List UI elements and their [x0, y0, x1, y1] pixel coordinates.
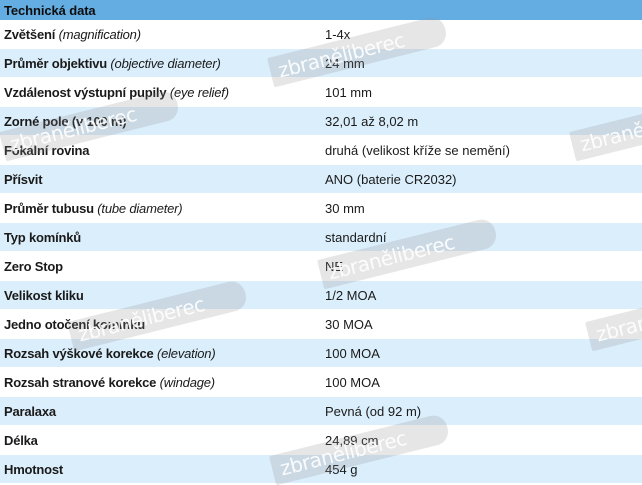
- row-value: 100 MOA: [321, 338, 642, 368]
- table-row: Velikost kliku 1/2 MOA: [0, 280, 642, 310]
- label-note: (tube diameter): [97, 200, 183, 216]
- table-row: Hmotnost 454 g: [0, 454, 642, 484]
- row-value: 24,89 cm: [321, 425, 642, 455]
- row-value: 30 mm: [321, 193, 642, 223]
- row-label: Vzdálenost výstupní pupily (eye relief): [0, 77, 321, 107]
- label-text: Průměr tubusu: [4, 200, 94, 216]
- label-text: Hmotnost: [4, 461, 64, 477]
- table-title: Technická data: [0, 0, 642, 20]
- row-value: NE: [321, 251, 642, 281]
- label-text: Rozsah výškové korekce: [4, 345, 154, 361]
- table-row: Rozsah výškové korekce (elevation) 100 M…: [0, 338, 642, 368]
- row-value: Pevná (od 92 m): [321, 396, 642, 426]
- table-row: Vzdálenost výstupní pupily (eye relief) …: [0, 77, 642, 107]
- row-value: 32,01 až 8,02 m: [321, 106, 642, 136]
- label-text: Zero Stop: [4, 258, 63, 274]
- label-text: Zvětšení: [4, 26, 56, 42]
- label-text: Jedno otočení komínku: [4, 316, 145, 332]
- row-label: Rozsah stranové korekce (windage): [0, 367, 321, 397]
- label-note: (elevation): [156, 345, 216, 361]
- row-value: 24 mm: [321, 48, 642, 78]
- row-value: 1/2 MOA: [321, 280, 642, 310]
- label-text: Vzdálenost výstupní pupily: [4, 84, 167, 100]
- label-note: (objective diameter): [110, 55, 221, 71]
- row-label: Jedno otočení komínku: [0, 309, 321, 339]
- table-row: Fokální rovina druhá (velikost kříže se …: [0, 135, 642, 165]
- label-text: Délka: [4, 432, 38, 448]
- row-label: Velikost kliku: [0, 280, 321, 310]
- row-label: Paralaxa: [0, 396, 321, 426]
- table-row: Průměr objektivu (objective diameter) 24…: [0, 48, 642, 78]
- label-text: Rozsah stranové korekce: [4, 374, 157, 390]
- table-row: Zvětšení (magnification) 1-4x: [0, 20, 642, 49]
- table-row: Zero Stop NE: [0, 251, 642, 281]
- row-label: Průměr tubusu (tube diameter): [0, 193, 321, 223]
- row-label: Zorné pole (v 100 m): [0, 106, 321, 136]
- spec-rows: Zvětšení (magnification) 1-4x Průměr obj…: [0, 20, 642, 484]
- row-label: Zero Stop: [0, 251, 321, 281]
- label-text: Zorné pole (v 100 m): [4, 113, 127, 129]
- row-label: Přísvit: [0, 164, 321, 194]
- table-row: Přísvit ANO (baterie CR2032): [0, 164, 642, 194]
- row-label: Typ komínků: [0, 222, 321, 252]
- row-value: 101 mm: [321, 77, 642, 107]
- label-text: Přísvit: [4, 171, 43, 187]
- row-label: Fokální rovina: [0, 135, 321, 165]
- row-label: Rozsah výškové korekce (elevation): [0, 338, 321, 368]
- table-row: Jedno otočení komínku 30 MOA: [0, 309, 642, 339]
- label-note: (magnification): [58, 26, 141, 42]
- label-note: (eye relief): [169, 84, 229, 100]
- row-label: Průměr objektivu (objective diameter): [0, 48, 321, 78]
- table-row: Typ komínků standardní: [0, 222, 642, 252]
- table-header-row: Technická data: [0, 0, 642, 20]
- row-value: ANO (baterie CR2032): [321, 164, 642, 194]
- label-text: Velikost kliku: [4, 287, 84, 303]
- row-value: standardní: [321, 222, 642, 252]
- row-label: Hmotnost: [0, 454, 321, 484]
- row-value: 30 MOA: [321, 309, 642, 339]
- table-row: Zorné pole (v 100 m) 32,01 až 8,02 m: [0, 106, 642, 136]
- row-value: 100 MOA: [321, 367, 642, 397]
- row-value: 1-4x: [321, 20, 642, 49]
- label-text: Paralaxa: [4, 403, 56, 419]
- row-value: 454 g: [321, 454, 642, 484]
- table-row: Průměr tubusu (tube diameter) 30 mm: [0, 193, 642, 223]
- table-row: Délka 24,89 cm: [0, 425, 642, 455]
- row-label: Délka: [0, 425, 321, 455]
- row-label: Zvětšení (magnification): [0, 20, 321, 49]
- label-text: Průměr objektivu: [4, 55, 107, 71]
- label-text: Typ komínků: [4, 229, 82, 245]
- label-note: (windage): [159, 374, 215, 390]
- table-row: Paralaxa Pevná (od 92 m): [0, 396, 642, 426]
- row-value: druhá (velikost kříže se nemění): [321, 135, 642, 165]
- table-row: Rozsah stranové korekce (windage) 100 MO…: [0, 367, 642, 397]
- technical-data-table: Technická data Zvětšení (magnification) …: [0, 0, 642, 484]
- label-text: Fokální rovina: [4, 142, 90, 158]
